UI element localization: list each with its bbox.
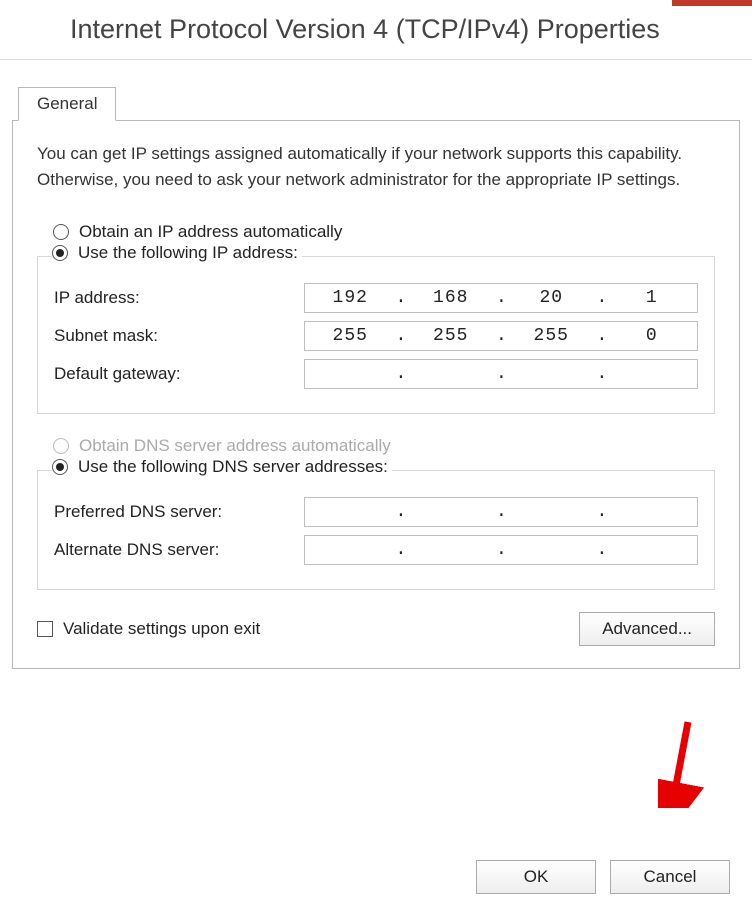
subnet-mask-label: Subnet mask:: [54, 326, 304, 346]
annotation-arrow-icon: [658, 718, 708, 808]
ip-group: Use the following IP address: IP address…: [37, 256, 715, 414]
titlebar-accent: [672, 0, 752, 6]
validate-label: Validate settings upon exit: [63, 619, 260, 639]
cancel-button[interactable]: Cancel: [610, 860, 730, 894]
ok-button[interactable]: OK: [476, 860, 596, 894]
preferred-dns-input[interactable]: . . .: [304, 497, 698, 527]
radio-dns-auto-label: Obtain DNS server address automatically: [79, 436, 391, 456]
default-gateway-label: Default gateway:: [54, 364, 304, 384]
advanced-button[interactable]: Advanced...: [579, 612, 715, 646]
checkbox-icon: [37, 621, 53, 637]
validate-checkbox-row[interactable]: Validate settings upon exit: [37, 619, 260, 639]
mask-octet-1[interactable]: 255: [305, 326, 396, 346]
ip-octet-2[interactable]: 168: [406, 288, 497, 308]
dns-group: Use the following DNS server addresses: …: [37, 470, 715, 590]
mask-octet-4[interactable]: 0: [607, 326, 698, 346]
radio-ip-auto[interactable]: Obtain an IP address automatically: [53, 222, 715, 242]
radio-ip-manual[interactable]: [52, 245, 68, 261]
ip-octet-3[interactable]: 20: [506, 288, 597, 308]
ip-address-input[interactable]: 192. 168. 20. 1: [304, 283, 698, 313]
dialog-footer: OK Cancel: [476, 842, 730, 912]
ip-octet-4[interactable]: 1: [607, 288, 698, 308]
radio-ip-manual-label: Use the following IP address:: [78, 243, 298, 263]
bottom-row: Validate settings upon exit Advanced...: [37, 612, 715, 646]
tab-strip: General: [18, 86, 740, 120]
mask-octet-2[interactable]: 255: [406, 326, 497, 346]
radio-dns-manual[interactable]: [52, 459, 68, 475]
field-default-gateway: Default gateway: . . .: [54, 359, 698, 389]
field-ip-address: IP address: 192. 168. 20. 1: [54, 283, 698, 313]
radio-ip-auto-label: Obtain an IP address automatically: [79, 222, 342, 242]
field-preferred-dns: Preferred DNS server: . . .: [54, 497, 698, 527]
tab-general[interactable]: General: [18, 87, 116, 121]
window-title: Internet Protocol Version 4 (TCP/IPv4) P…: [70, 14, 660, 45]
tab-content-general: You can get IP settings assigned automat…: [12, 120, 740, 669]
radio-dns-auto: Obtain DNS server address automatically: [53, 436, 715, 456]
alternate-dns-label: Alternate DNS server:: [54, 540, 304, 560]
ip-octet-1[interactable]: 192: [305, 288, 396, 308]
description-text: You can get IP settings assigned automat…: [37, 141, 715, 192]
ip-address-label: IP address:: [54, 288, 304, 308]
field-subnet-mask: Subnet mask: 255. 255. 255. 0: [54, 321, 698, 351]
preferred-dns-label: Preferred DNS server:: [54, 502, 304, 522]
mask-octet-3[interactable]: 255: [506, 326, 597, 346]
alternate-dns-input[interactable]: . . .: [304, 535, 698, 565]
radio-dns-manual-label: Use the following DNS server addresses:: [78, 457, 388, 477]
radio-icon: [53, 224, 69, 240]
default-gateway-input[interactable]: . . .: [304, 359, 698, 389]
title-bar: Internet Protocol Version 4 (TCP/IPv4) P…: [0, 0, 752, 60]
subnet-mask-input[interactable]: 255. 255. 255. 0: [304, 321, 698, 351]
field-alternate-dns: Alternate DNS server: . . .: [54, 535, 698, 565]
radio-icon: [53, 438, 69, 454]
dialog-body: General You can get IP settings assigned…: [0, 60, 752, 669]
